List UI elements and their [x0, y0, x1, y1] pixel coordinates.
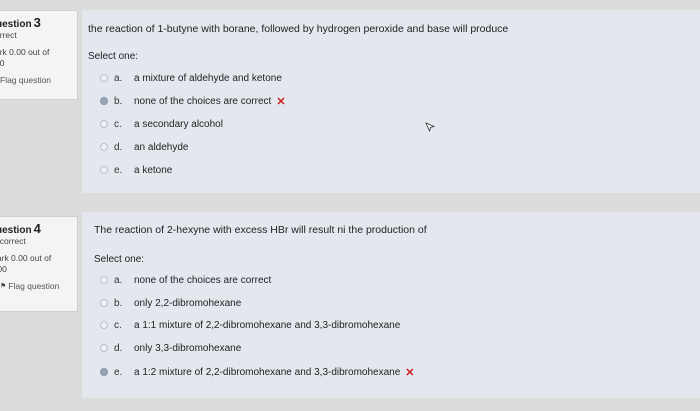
flag-icon: ⚑: [0, 283, 7, 290]
question-status: orrect: [0, 30, 17, 40]
question-3-content: the reaction of 1-butyne with borane, fo…: [82, 10, 700, 193]
answer-option-d[interactable]: d. an aldehyde: [100, 140, 189, 154]
answer-letter: a.: [114, 72, 123, 84]
answer-text: none of the choices are correct: [134, 274, 272, 286]
question-status: ncorrect: [0, 236, 26, 246]
incorrect-icon: ✕: [276, 95, 286, 108]
select-one-label: Select one:: [88, 51, 139, 62]
mouse-pointer-icon: [425, 122, 435, 132]
question-4-info: uestion4 ncorrect lark 0.00 out of .00 ⚑…: [0, 216, 78, 312]
radio-button[interactable]: [100, 74, 108, 82]
radio-button[interactable]: [100, 120, 108, 128]
answer-option-a[interactable]: a. a mixture of aldehyde and ketone: [100, 71, 282, 85]
answer-text: an aldehyde: [134, 141, 189, 153]
incorrect-icon: ✕: [405, 366, 415, 379]
answer-letter: b.: [114, 95, 123, 107]
question-mark-max: .00: [0, 264, 7, 274]
radio-button[interactable]: [100, 143, 108, 151]
answer-option-d[interactable]: d. only 3,3-dibromohexane: [100, 341, 241, 355]
answer-text: only 2,2-dibromohexane: [134, 297, 242, 309]
answer-letter: b.: [114, 297, 123, 309]
flag-question-label: Flag question: [0, 75, 52, 85]
question-3-info: uestion3 orrect ark 0.00 out of 00 Flag …: [0, 10, 78, 100]
answer-option-e[interactable]: e. a ketone: [100, 163, 172, 177]
answer-option-b[interactable]: b. only 2,2-dibromohexane: [100, 296, 241, 310]
question-text: The reaction of 2-hexyne with excess HBr…: [94, 224, 427, 236]
answer-option-a[interactable]: a. none of the choices are correct: [100, 273, 271, 287]
radio-button[interactable]: [100, 321, 108, 329]
radio-button-selected[interactable]: [100, 368, 108, 376]
flag-question-button[interactable]: Flag question: [0, 75, 77, 85]
answer-text: only 3,3-dibromohexane: [134, 342, 242, 354]
answer-letter: c.: [114, 118, 122, 130]
question-mark: ark 0.00 out of: [0, 47, 50, 57]
flag-question-label: Flag question: [8, 281, 60, 291]
answer-option-b[interactable]: b. none of the choices are correct ✕: [100, 94, 286, 108]
radio-button-selected[interactable]: [100, 97, 108, 105]
question-mark: lark 0.00 out of: [0, 253, 52, 263]
radio-button[interactable]: [100, 344, 108, 352]
radio-button[interactable]: [100, 166, 108, 174]
answer-text: a mixture of aldehyde and ketone: [134, 72, 282, 84]
answer-letter: e.: [114, 164, 123, 176]
select-one-label: Select one:: [94, 254, 145, 265]
answer-option-c[interactable]: c. a secondary alcohol: [100, 117, 223, 131]
answer-option-e[interactable]: e. a 1:2 mixture of 2,2-dibromohexane an…: [100, 365, 415, 379]
question-text: the reaction of 1-butyne with borane, fo…: [88, 23, 509, 35]
answer-text: a 1:2 mixture of 2,2-dibromohexane and 3…: [134, 366, 401, 378]
question-4-content: The reaction of 2-hexyne with excess HBr…: [82, 212, 700, 398]
answer-letter: d.: [114, 141, 123, 153]
question-mark-max: 00: [0, 58, 5, 68]
answer-text: a ketone: [134, 164, 173, 176]
radio-button[interactable]: [100, 276, 108, 284]
answer-letter: e.: [114, 366, 123, 378]
answer-letter: d.: [114, 342, 123, 354]
answer-text: a 1:1 mixture of 2,2-dibromohexane and 3…: [134, 319, 401, 331]
flag-question-button[interactable]: ⚑ Flag question: [0, 281, 77, 291]
answer-text: none of the choices are correct: [134, 95, 272, 107]
answer-option-c[interactable]: c. a 1:1 mixture of 2,2-dibromohexane an…: [100, 318, 400, 332]
radio-button[interactable]: [100, 299, 108, 307]
answer-text: a secondary alcohol: [134, 118, 223, 130]
answer-letter: a.: [114, 274, 123, 286]
question-number: uestion4: [0, 221, 41, 236]
answer-letter: c.: [114, 319, 122, 331]
question-number: uestion3: [0, 15, 41, 30]
